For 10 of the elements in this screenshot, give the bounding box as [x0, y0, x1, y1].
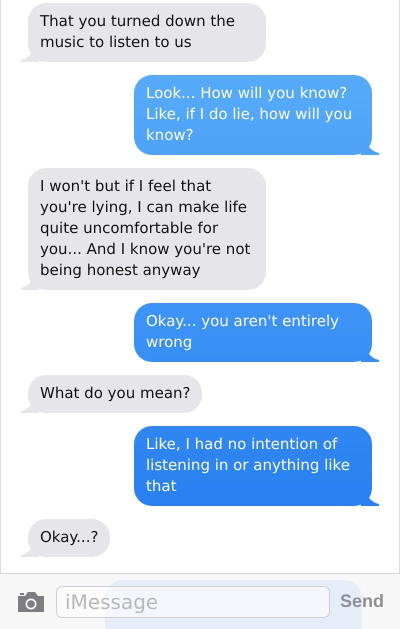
received-message-bubble: What do you mean?	[21, 375, 202, 413]
sent-message-bubble: Okay... you aren't entirely wrong	[134, 303, 379, 362]
camera-icon[interactable]	[16, 590, 46, 614]
send-button[interactable]: Send	[340, 591, 384, 612]
sent-message-bubble: Like, I had no intention of listening in or anything like that	[134, 426, 379, 506]
received-message-bubble: I won't but if I feel that you're lying, I can make life quite uncomfortable for you... And I know you're not being honest anyway	[21, 168, 266, 290]
message-input-field[interactable]: iMessage	[56, 586, 330, 618]
received-message-bubble: That you turned down the music to listen to us	[21, 3, 266, 62]
sent-message-bubble: Look... How will you know? Like, if I do lie, how will you know?	[134, 75, 379, 155]
received-message-bubble: Okay...?	[21, 519, 110, 557]
